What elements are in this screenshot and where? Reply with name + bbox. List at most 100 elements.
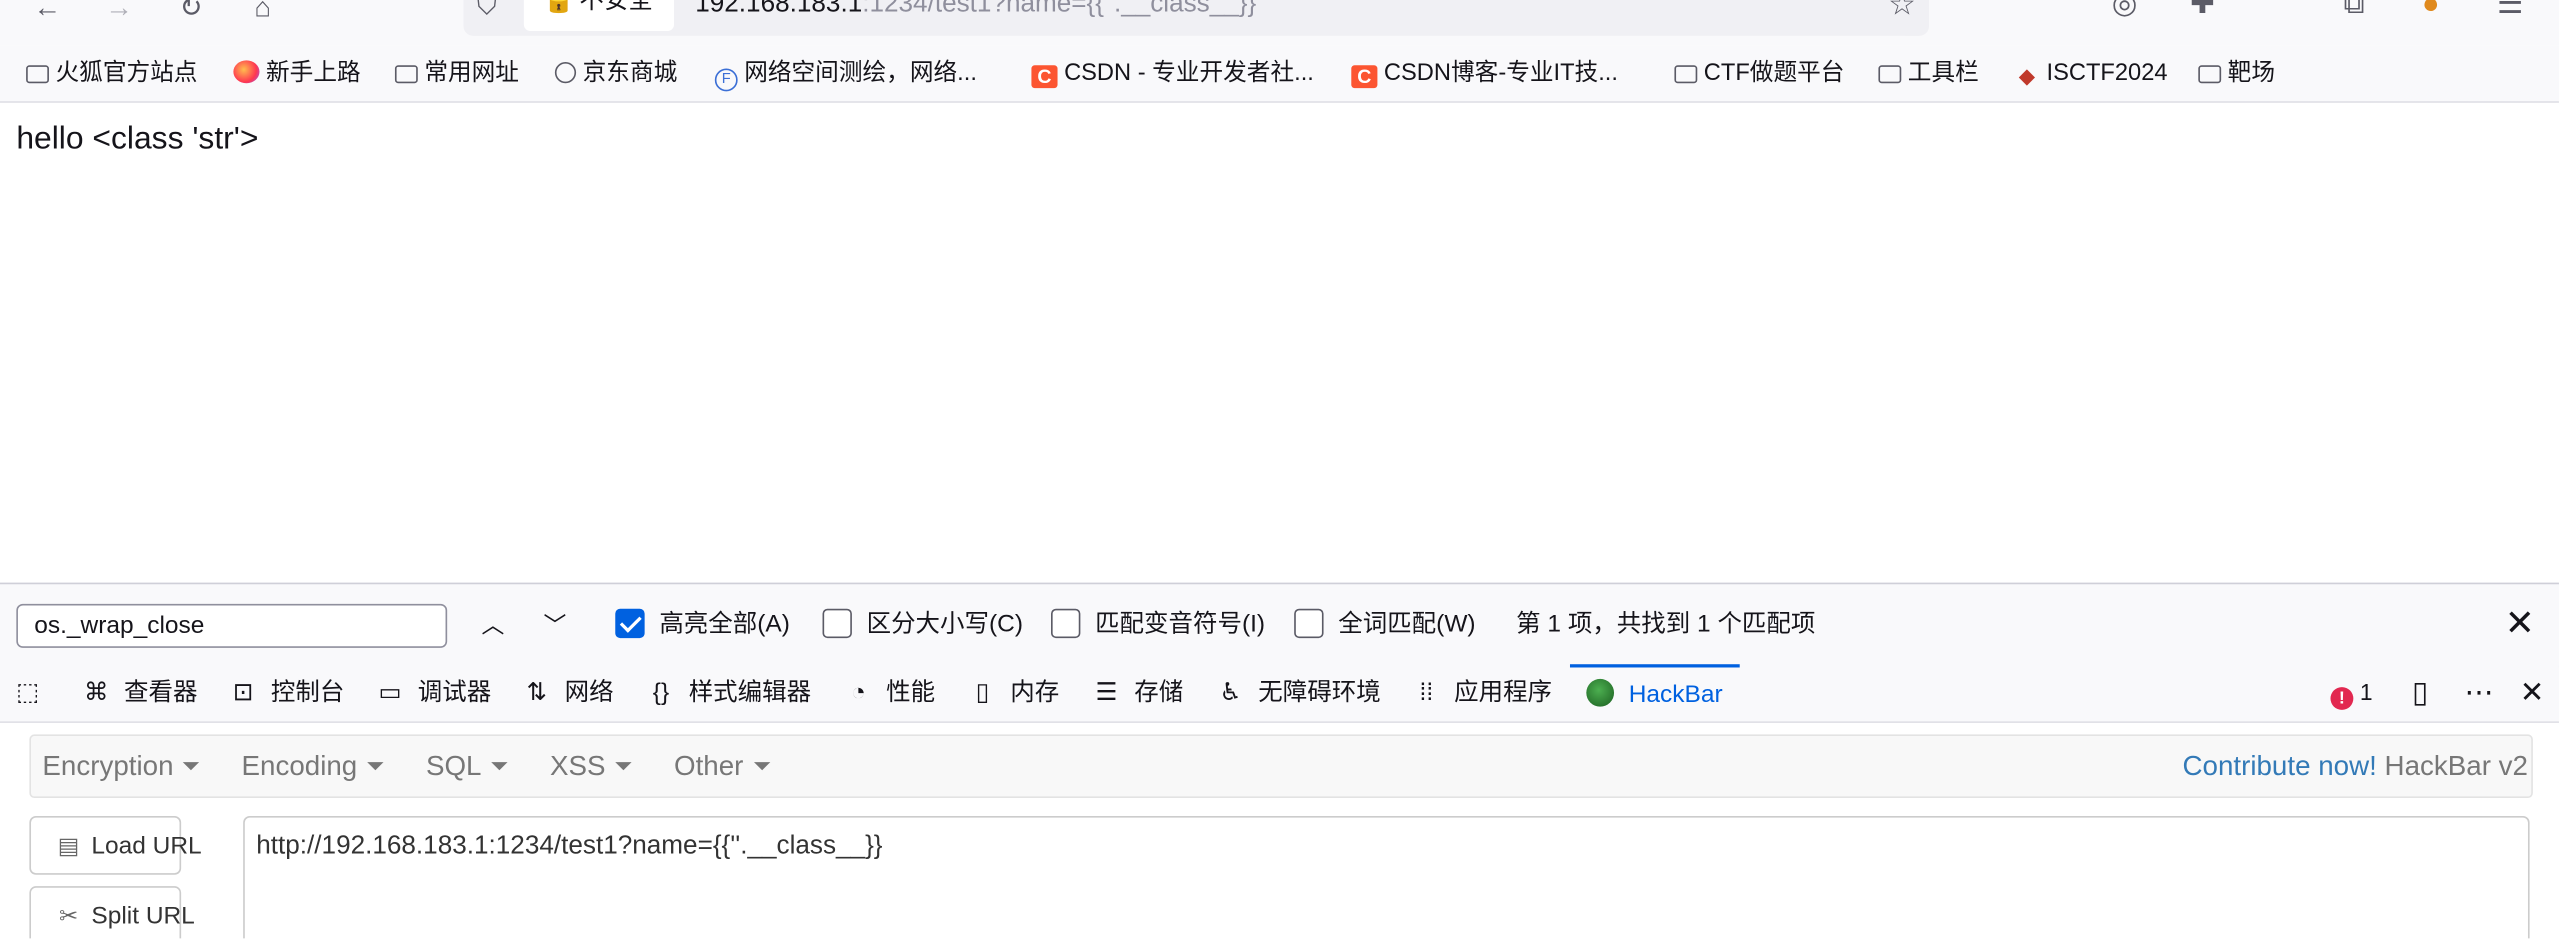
bookmark-item[interactable]: 工具栏: [1878, 59, 1979, 88]
checkbox-checked[interactable]: [615, 608, 645, 639]
hackbar-panel: Encryption Encoding SQL XSS Other Contri…: [0, 722, 2559, 939]
shield-icon[interactable]: ⛉: [477, 0, 498, 23]
home-icon[interactable]: ⌂: [242, 0, 284, 26]
bookmark-label: CSDN博客-专业IT技...: [1383, 60, 1618, 87]
url-bar[interactable]: ⛉ 🔓 不安全 192.168.183.1:1234/test1?name={{…: [463, 0, 1930, 36]
bookmark-label: 新手上路: [266, 60, 361, 87]
folder-icon: [2198, 65, 2222, 84]
forward-arrow-icon[interactable]: →: [98, 0, 140, 26]
checkbox-unchecked[interactable]: [822, 608, 852, 639]
error-counter[interactable]: ! 1: [2330, 679, 2373, 710]
debugger-icon: ▭: [378, 678, 402, 707]
fofa-icon: F: [714, 68, 738, 92]
tab-label: 存储: [1134, 678, 1184, 707]
bookmark-item[interactable]: 新手上路: [233, 59, 361, 88]
bookmark-item[interactable]: 常用网址: [394, 59, 519, 88]
checkbox-label: 匹配变音符号(I): [1095, 610, 1266, 639]
tab-accessibility[interactable]: ♿ 无障碍环境: [1216, 664, 1381, 721]
folder-icon: [394, 65, 418, 84]
tab-memory[interactable]: ▯ 内存: [968, 664, 1059, 721]
responsive-design-icon[interactable]: ▯: [2412, 676, 2428, 710]
checkbox-label: 高亮全部(A): [659, 610, 790, 639]
bookmark-item[interactable]: 火狐官方站点: [26, 59, 197, 88]
tab-label: 性能: [886, 678, 936, 707]
match-case-checkbox[interactable]: 区分大小写(C): [822, 608, 1023, 642]
account-icon[interactable]: ◎: [2112, 0, 2138, 21]
find-next-button[interactable]: ﹀: [534, 604, 576, 646]
highlight-all-checkbox[interactable]: 高亮全部(A): [615, 608, 790, 642]
url-host: 192.168.183.1: [695, 0, 863, 18]
tab-label: 样式编辑器: [688, 678, 812, 707]
star-icon[interactable]: ☆: [1888, 0, 1916, 24]
open-tab-icon[interactable]: ⧉: [2344, 0, 2365, 21]
bookmark-item[interactable]: CTF做题平台: [1674, 59, 1844, 88]
close-icon[interactable]: ✕: [2500, 603, 2539, 643]
fox-avatar-icon[interactable]: ●: [2422, 0, 2440, 21]
caret-down-icon: [615, 762, 632, 771]
isctf-icon: ◆: [2018, 63, 2036, 89]
checkbox-label: 区分大小写(C): [866, 610, 1023, 639]
close-icon[interactable]: ✕: [2520, 676, 2545, 710]
navigation-toolbar: ← → ↻ ⌂ ⛉ 🔓 不安全 192.168.183.1:1234/test1…: [0, 0, 2559, 46]
bookmark-item[interactable]: C CSDN - 专业开发者社...: [1031, 59, 1314, 89]
csdn-icon: C: [1031, 65, 1058, 89]
match-diacritics-checkbox[interactable]: 匹配变音符号(I): [1051, 608, 1266, 642]
load-url-icon: ▤: [57, 832, 80, 859]
url-textarea[interactable]: http://192.168.183.1:1234/test1?name={{'…: [243, 816, 2530, 939]
menu-sql[interactable]: SQL: [426, 736, 508, 796]
bookmark-label: 靶场: [2227, 60, 2276, 87]
bookmark-item[interactable]: 京东商城: [554, 59, 677, 88]
menu-label: XSS: [549, 750, 606, 782]
bookmark-label: 常用网址: [424, 60, 519, 87]
reload-icon[interactable]: ↻: [170, 0, 212, 26]
storage-icon: ☰: [1095, 678, 1118, 707]
checkbox-unchecked[interactable]: [1294, 608, 1324, 639]
menu-xss[interactable]: XSS: [550, 736, 632, 796]
bookmark-label: ISCTF2024: [2046, 60, 2168, 87]
tab-label: 调试器: [417, 678, 492, 707]
security-label: 不安全: [579, 0, 653, 15]
element-picker-button[interactable]: ⬚: [13, 664, 55, 721]
tab-label: 应用程序: [1454, 678, 1553, 707]
tab-storage[interactable]: ☰ 存储: [1092, 664, 1184, 721]
folder-icon: [26, 65, 49, 84]
security-indicator[interactable]: 🔓 不安全: [523, 0, 675, 32]
bookmarks-toolbar: 火狐官方站点 新手上路 常用网址 京东商城 F 网络空间测绘，网络... C CSD…: [0, 45, 2559, 103]
tab-inspector[interactable]: ⌘ 查看器: [82, 664, 197, 721]
folder-icon: [1674, 65, 1698, 84]
tab-application[interactable]: ⁞⁞ 应用程序: [1412, 664, 1552, 721]
checkbox-label: 全词匹配(W): [1338, 610, 1476, 639]
tab-debugger[interactable]: ▭ 调试器: [375, 664, 491, 721]
menu-encoding[interactable]: Encoding: [242, 736, 384, 796]
tab-label: 内存: [1010, 678, 1060, 707]
globe-icon: [554, 62, 577, 84]
hackbar-icon: [1586, 678, 1615, 707]
tab-hackbar[interactable]: HackBar: [1569, 664, 1740, 718]
bookmark-item[interactable]: F 网络空间测绘，网络...: [714, 59, 977, 92]
back-arrow-icon[interactable]: ←: [26, 0, 68, 26]
button-label: Split URL: [91, 902, 195, 931]
url-path: :1234/test1?name={{''.__class__}}: [862, 0, 1257, 18]
menu-icon[interactable]: ☰: [2497, 0, 2523, 21]
split-url-button[interactable]: ✂ Split URL: [29, 886, 195, 939]
tab-network[interactable]: ⇅ 网络: [522, 664, 614, 721]
menu-label: SQL: [425, 750, 482, 782]
find-previous-button[interactable]: ︿: [472, 604, 514, 646]
tab-performance[interactable]: ◔ 性能: [844, 664, 935, 721]
bookmark-item[interactable]: C CSDN博客-专业IT技...: [1351, 59, 1618, 89]
whole-words-checkbox[interactable]: 全词匹配(W): [1294, 608, 1476, 642]
contribute-area: Contribute now! HackBar v2: [2182, 736, 2527, 796]
tab-style-editor[interactable]: {} 样式编辑器: [646, 664, 811, 721]
bookmark-item[interactable]: 靶场: [2198, 59, 2275, 88]
tab-console[interactable]: ⊡ 控制台: [228, 664, 344, 721]
more-options-icon[interactable]: ⋯: [2464, 676, 2493, 710]
menu-encryption[interactable]: Encryption: [42, 736, 200, 796]
bookmark-item[interactable]: ◆ ISCTF2024: [2014, 59, 2168, 88]
find-input[interactable]: [16, 603, 448, 648]
checkbox-unchecked[interactable]: [1051, 608, 1081, 639]
load-url-button[interactable]: ▤ Load URL: [29, 816, 202, 875]
extensions-icon[interactable]: ✚: [2190, 0, 2215, 21]
menu-other[interactable]: Other: [674, 736, 770, 796]
url-text[interactable]: 192.168.183.1:1234/test1?name={{''.__cla…: [695, 0, 1256, 20]
contribute-link[interactable]: Contribute now!: [2182, 751, 2376, 782]
